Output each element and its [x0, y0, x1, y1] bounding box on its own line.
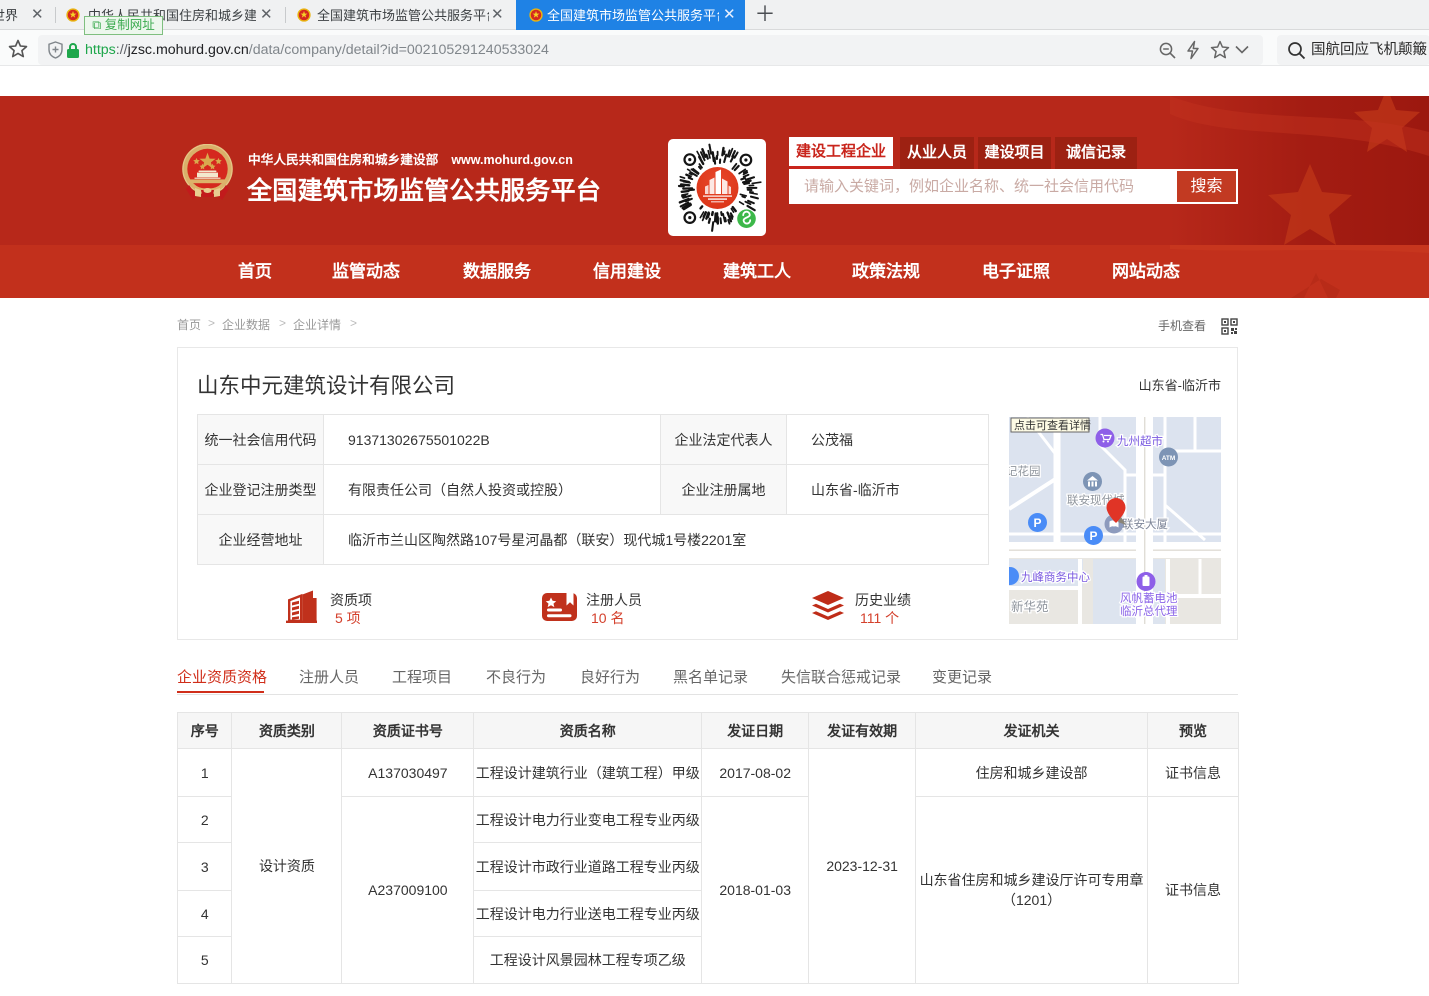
svg-text:联安大厦: 联安大厦 — [1122, 517, 1168, 531]
svg-text:新华苑: 新华苑 — [1011, 599, 1049, 614]
svg-text:P: P — [1033, 516, 1041, 530]
svg-text:九州超市: 九州超市 — [1117, 434, 1163, 448]
svg-text:记花园: 记花园 — [1009, 465, 1041, 478]
svg-text:点击可查看详情: 点击可查看详情 — [1014, 418, 1091, 432]
svg-text:ATM: ATM — [1162, 455, 1176, 462]
svg-text:九峰商务中心: 九峰商务中心 — [1021, 570, 1090, 584]
svg-text:临沂总代理: 临沂总代理 — [1120, 604, 1178, 618]
svg-text:P: P — [1089, 529, 1097, 543]
svg-text:风帆蓄电池: 风帆蓄电池 — [1120, 591, 1178, 605]
